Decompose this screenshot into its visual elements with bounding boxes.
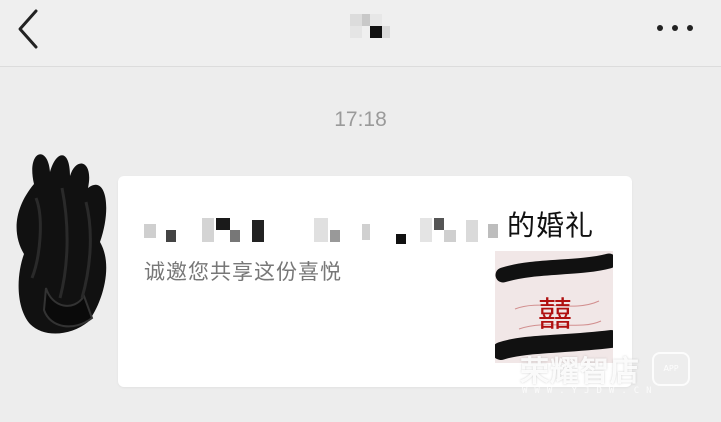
chevron-left-icon[interactable]: [8, 6, 50, 52]
message-timestamp: 17:18: [334, 108, 387, 131]
chat-title-redacted: [345, 10, 395, 44]
chat-screen: 17:18 的婚礼 诚邀您共享这份喜悦 囍 荣耀智店 APP WWW.YJDW.…: [0, 0, 721, 422]
card-title: 的婚礼: [506, 209, 594, 242]
watermark: 荣耀智店 APP WWW.YJDW.CN: [512, 344, 712, 414]
sender-avatar[interactable]: [10, 138, 122, 340]
more-dots-icon[interactable]: [657, 16, 701, 40]
watermark-url: WWW.YJDW.CN: [522, 386, 659, 396]
double-happiness-glyph: 囍: [538, 295, 572, 335]
watermark-app-badge: APP: [652, 352, 690, 386]
card-description: 诚邀您共享这份喜悦: [144, 260, 342, 284]
card-title-redacted: [144, 212, 504, 246]
watermark-text: 荣耀智店: [520, 354, 641, 388]
chat-header: [0, 0, 721, 67]
